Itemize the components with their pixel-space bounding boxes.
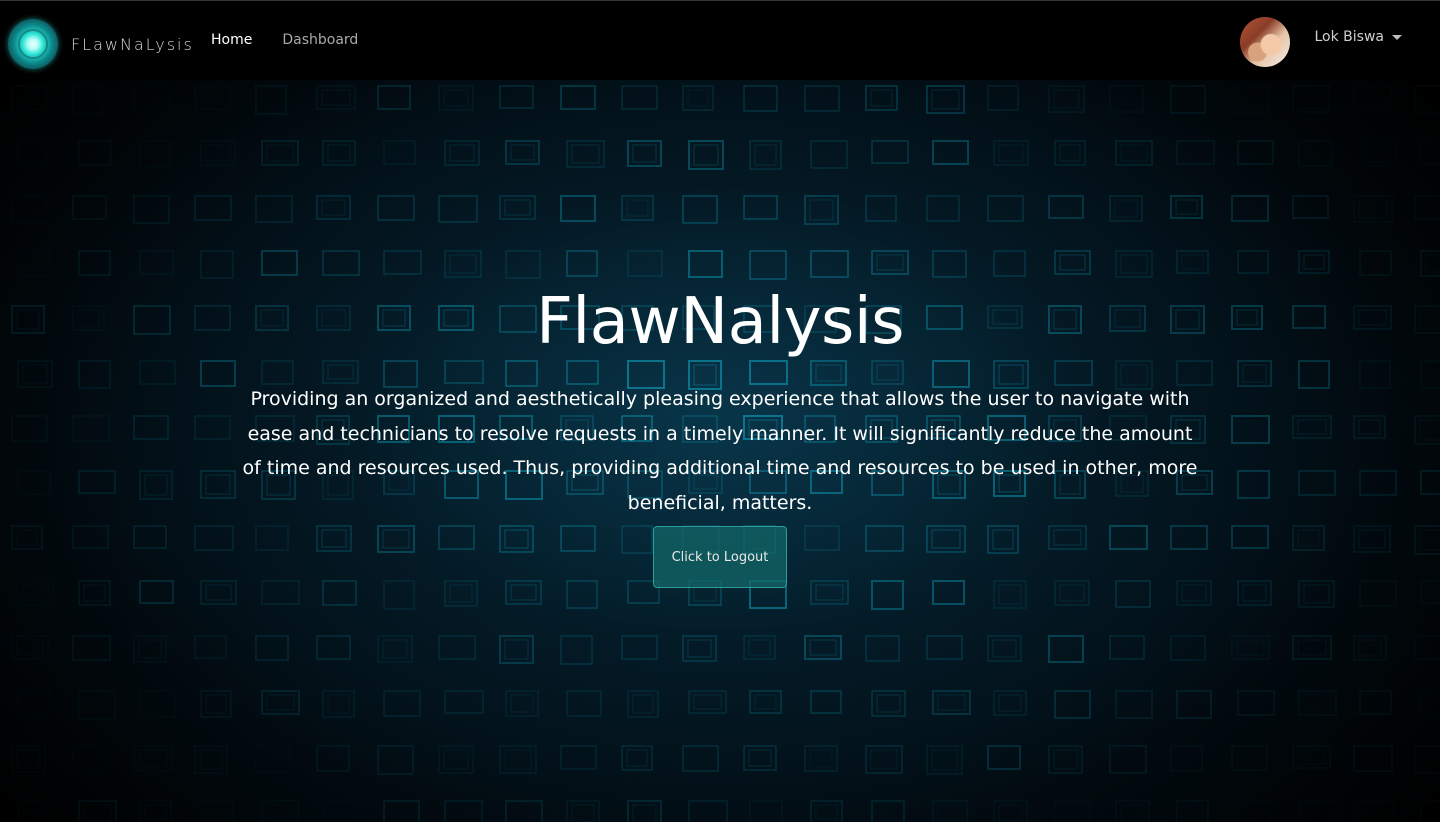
user-name[interactable]: Lok Biswa <box>1315 29 1385 45</box>
brand-link[interactable]: FLawNaLysis <box>8 19 194 69</box>
user-menu[interactable]: Lok Biswa <box>1239 17 1402 67</box>
top-navbar: FLawNaLysis Home Dashboard Lok Biswa <box>0 0 1440 80</box>
brand-logo-icon <box>8 19 58 69</box>
brand-text: FLawNaLysis <box>71 34 194 54</box>
nav-link-home[interactable]: Home <box>211 32 252 48</box>
chevron-down-icon[interactable] <box>1392 34 1402 40</box>
nav-links: Home Dashboard <box>211 32 388 48</box>
nav-link-dashboard[interactable]: Dashboard <box>282 32 358 48</box>
hero-section: FlawNalysis Providing an organized and a… <box>0 80 1440 822</box>
avatar[interactable] <box>1239 17 1290 67</box>
hero-title: FlawNalysis <box>536 285 904 359</box>
page: FLawNaLysis Home Dashboard Lok Biswa Fla… <box>0 0 1440 822</box>
logout-button[interactable]: Click to Logout <box>653 526 787 588</box>
hero-description: Providing an organized and aesthetically… <box>242 388 1198 514</box>
